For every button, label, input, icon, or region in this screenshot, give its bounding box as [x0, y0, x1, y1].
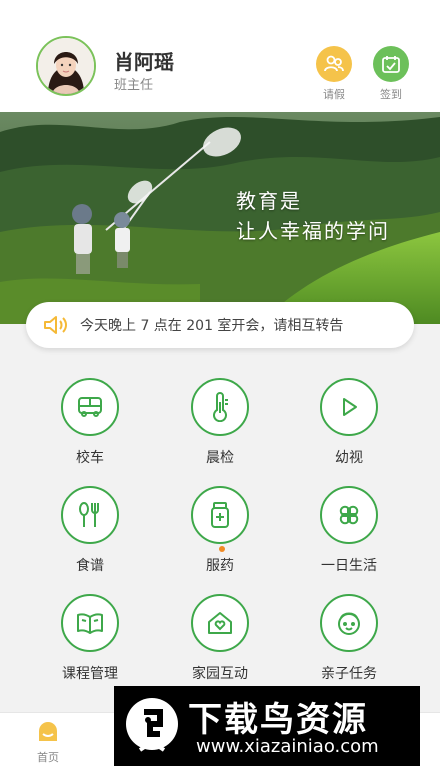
notification-dot: [219, 546, 225, 552]
watermark-title: 下载鸟资源: [188, 700, 368, 740]
grid-label-medicine: 服药: [206, 558, 234, 574]
user-name: 肖阿瑶: [114, 50, 174, 74]
user-role: 班主任: [114, 78, 154, 93]
notice-text: 今天晚上 7 点在 201 室开会，请相互转告: [80, 318, 344, 334]
leave-label: 请假: [323, 88, 345, 101]
banner-slogan-line2: 让人幸福的学问: [236, 219, 390, 243]
leave-button[interactable]: 请假: [315, 46, 353, 102]
grid-item-course[interactable]: 课程管理: [35, 594, 145, 683]
banner[interactable]: 教育是 让人幸福的学问: [0, 112, 440, 324]
home-tab-icon: [39, 722, 57, 741]
grid-label-health-check: 晨检: [206, 450, 234, 466]
checkin-button[interactable]: 签到: [372, 46, 410, 102]
grid-item-bus[interactable]: 校车: [35, 378, 145, 467]
grid-label-video: 幼视: [335, 450, 363, 466]
speaker-icon: [44, 316, 67, 334]
watermark-bird-logo: [126, 698, 178, 752]
grid-item-daily-life[interactable]: 一日生活: [294, 486, 404, 575]
grid-label-daily-life: 一日生活: [321, 558, 377, 574]
play-icon: [320, 378, 378, 436]
grid-label-bus: 校车: [76, 450, 104, 466]
banner-slogan-line1: 教育是: [236, 189, 302, 213]
grid-item-home-school[interactable]: 家园互动: [165, 594, 275, 683]
watermark-url: www.xiazainiao.com: [196, 736, 379, 757]
checkin-label: 签到: [380, 88, 402, 101]
grid-label-menu: 食谱: [76, 558, 104, 574]
grid-label-course: 课程管理: [62, 666, 118, 682]
thermometer-icon: [191, 378, 249, 436]
grid-label-home-school: 家园互动: [192, 666, 248, 682]
grid-item-parent-child[interactable]: 亲子任务: [294, 594, 404, 683]
child-face-icon: [320, 594, 378, 652]
grid-item-medicine[interactable]: 服药: [165, 486, 275, 575]
checkin-calendar-icon: [373, 46, 409, 82]
grid-item-video[interactable]: 幼视: [294, 378, 404, 467]
leave-icon: [316, 46, 352, 82]
notice-bar[interactable]: 今天晚上 7 点在 201 室开会，请相互转告: [26, 302, 414, 348]
home-heart-icon: [191, 594, 249, 652]
utensils-icon: [61, 486, 119, 544]
avatar[interactable]: [36, 36, 96, 96]
medicine-icon: [191, 486, 249, 552]
clover-icon: [320, 486, 378, 544]
header: 肖阿瑶 班主任 请假 签到: [0, 0, 440, 112]
watermark: 下载鸟资源 www.xiazainiao.com: [114, 686, 420, 766]
grid-item-menu[interactable]: 食谱: [35, 486, 145, 575]
grid-item-health-check[interactable]: 晨检: [165, 378, 275, 467]
tab-home-label: 首页: [37, 751, 59, 764]
bus-icon: [61, 378, 119, 436]
grid-label-parent-child: 亲子任务: [321, 666, 377, 682]
tab-home[interactable]: 首页: [18, 719, 78, 765]
book-icon: [61, 594, 119, 652]
